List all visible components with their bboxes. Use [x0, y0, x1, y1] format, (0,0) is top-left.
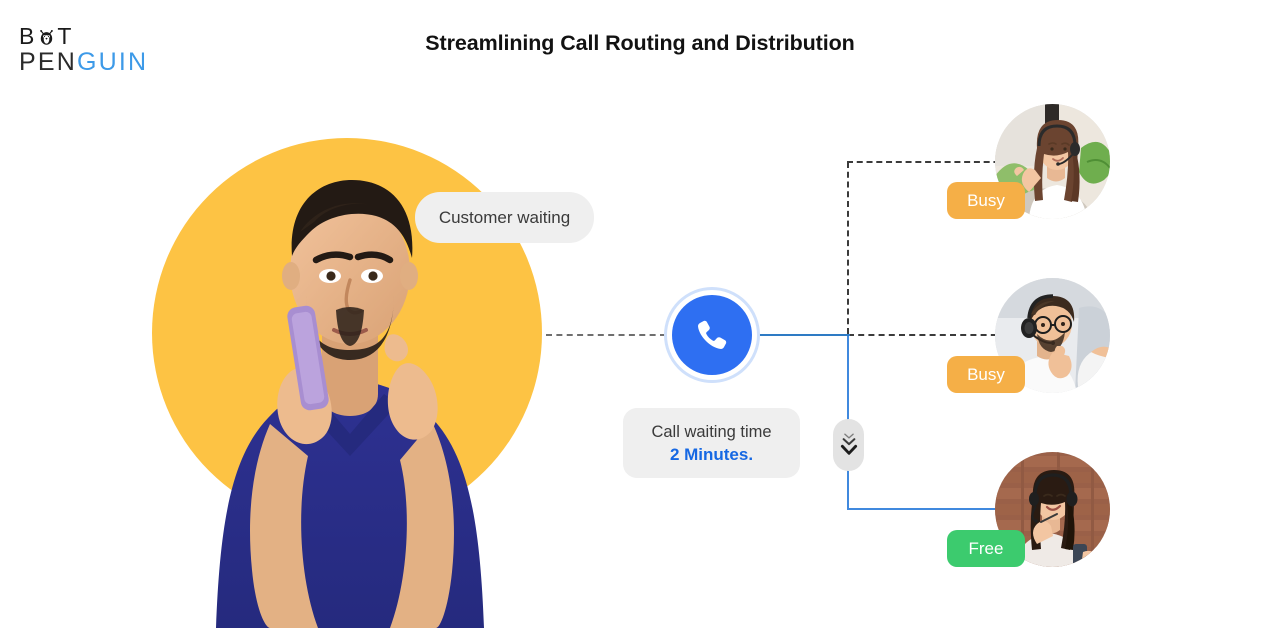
status-badge: Busy [947, 356, 1025, 393]
agent-card-1[interactable]: Busy [947, 104, 1110, 219]
page-title: Streamlining Call Routing and Distributi… [425, 31, 855, 55]
connector-branch-vertical-up [847, 162, 849, 334]
phone-icon [672, 295, 752, 375]
status-badge: Busy [947, 182, 1025, 219]
call-waiting-time-card: Call waiting time 2 Minutes. [623, 408, 800, 478]
customer-waiting-bubble: Customer waiting [415, 192, 594, 243]
call-waiting-label: Call waiting time [651, 422, 772, 441]
connector-hub-to-branch [758, 334, 850, 336]
agent-card-3[interactable]: Free [947, 452, 1110, 567]
agent-card-2[interactable]: Busy [947, 278, 1110, 393]
slide-canvas: B T PENGUIN Streamlining Call Routing an… [0, 0, 1280, 628]
status-badge: Free [947, 530, 1025, 567]
connector-customer-to-hub [546, 334, 666, 336]
double-chevron-down-icon[interactable] [833, 419, 864, 471]
call-hub-button[interactable] [664, 287, 760, 383]
call-waiting-value: 2 Minutes. [669, 444, 754, 464]
